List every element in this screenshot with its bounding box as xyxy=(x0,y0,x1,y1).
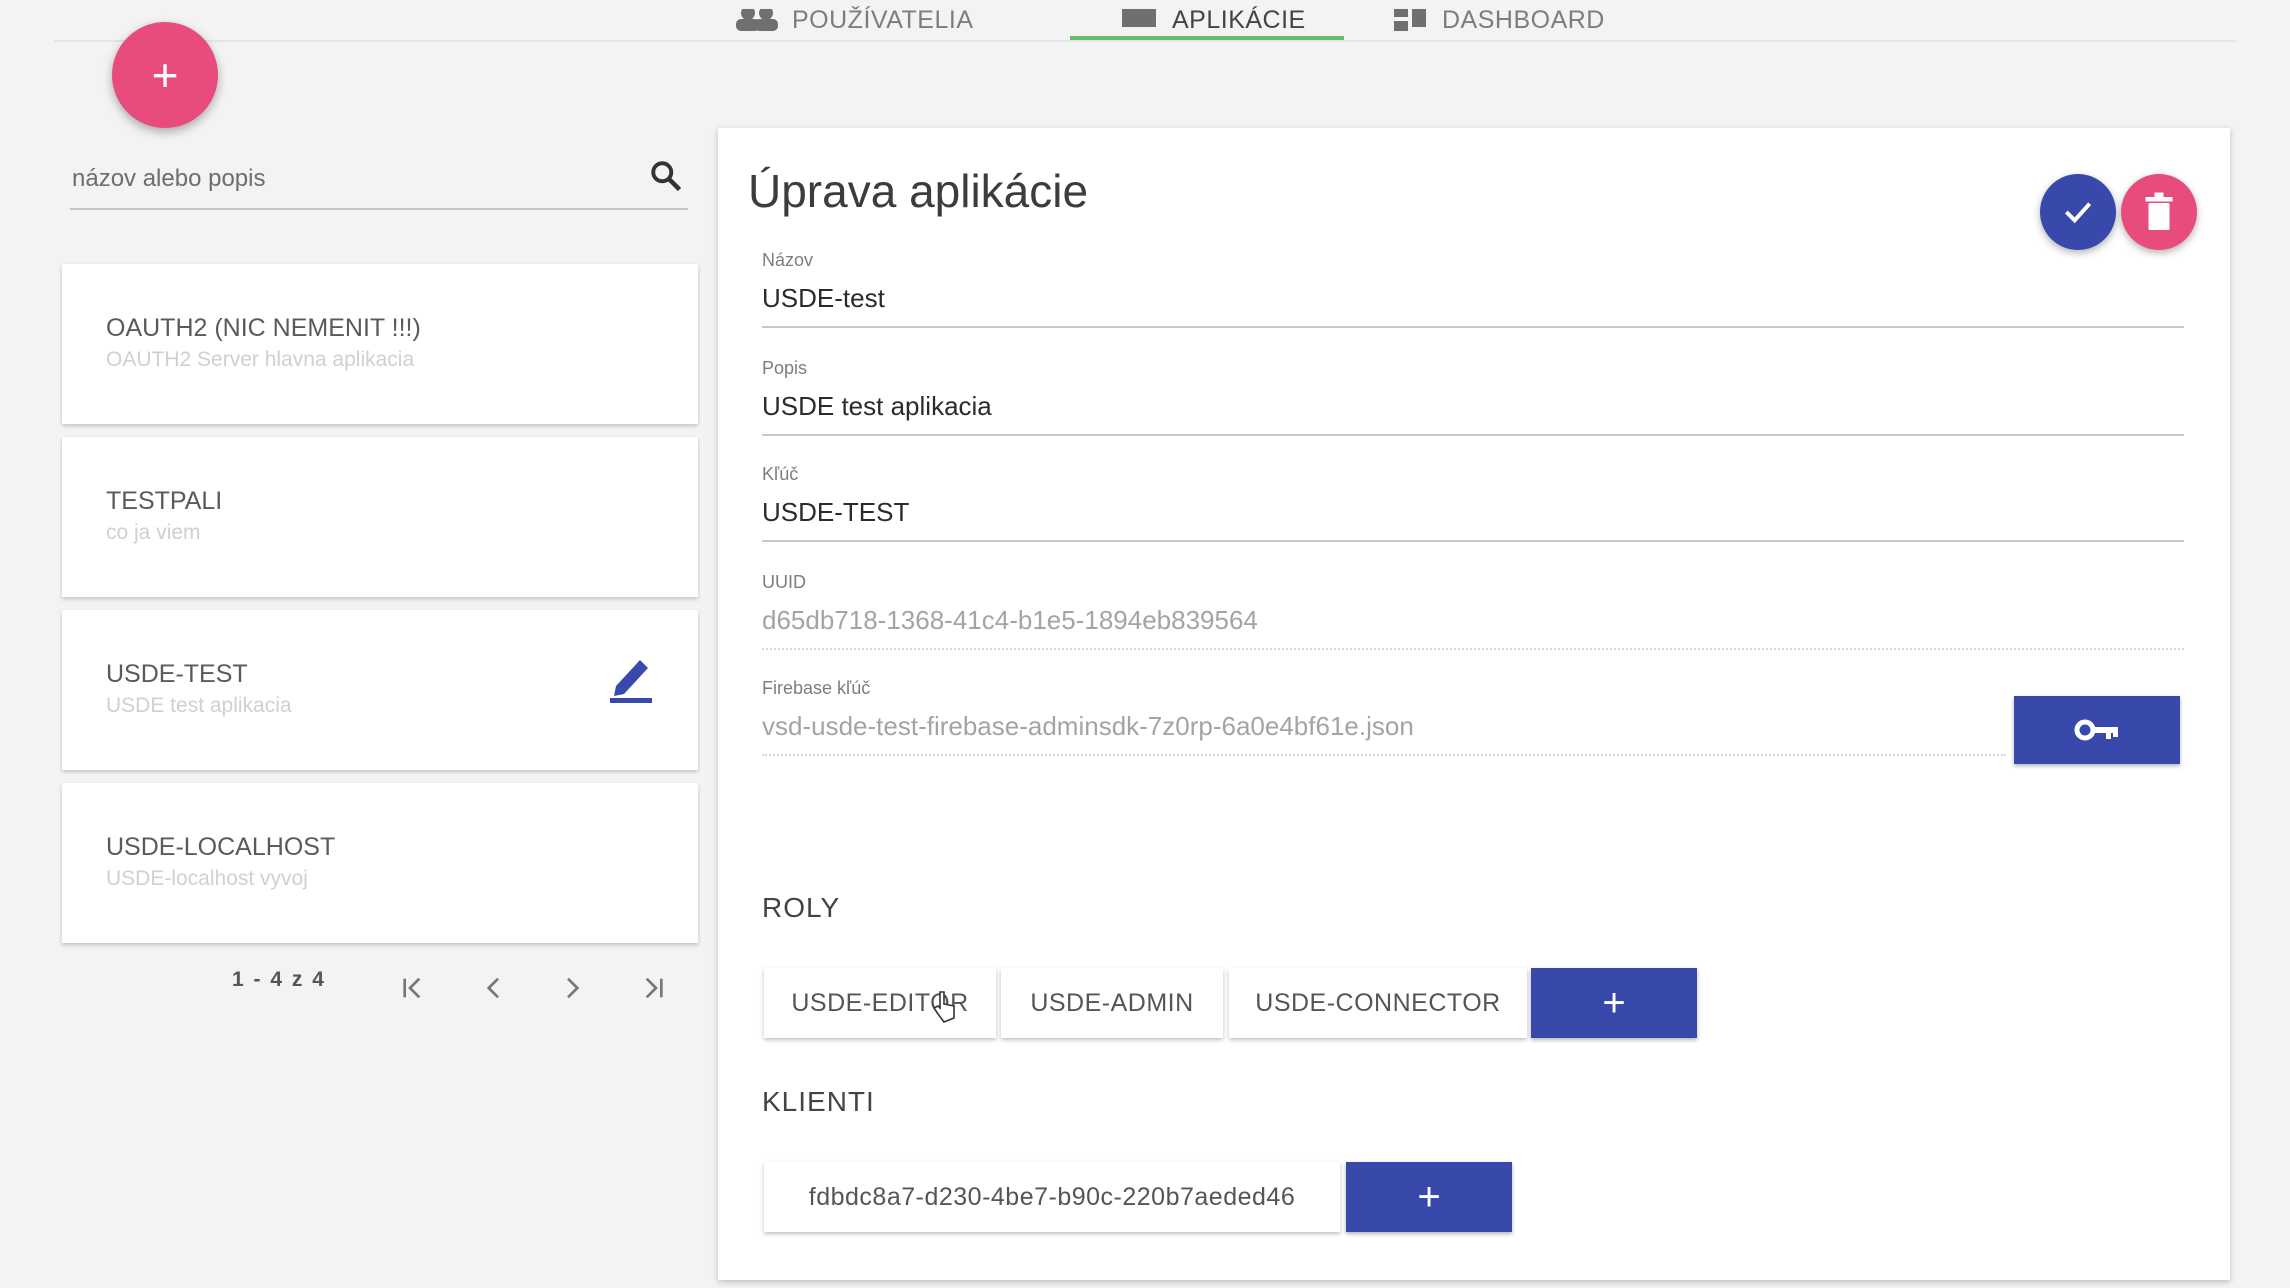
tab-applications[interactable]: APLIKÁCIE xyxy=(1120,0,1306,40)
tab-users-label: POUŽÍVATELIA xyxy=(792,5,974,34)
divider xyxy=(762,434,2184,436)
check-icon xyxy=(2064,202,2092,224)
pagination-range: 1 - 4 z 4 xyxy=(232,968,326,991)
uuid-field: UUID xyxy=(762,572,2184,650)
edit-application-panel: Úprava aplikácie Názov Popis Kľúč UUID F… xyxy=(718,128,2230,1280)
client-chip[interactable]: fdbdc8a7-d230-4be7-b90c-220b7aeded46 xyxy=(764,1162,1340,1232)
firebase-key-input xyxy=(762,711,2006,742)
tab-users[interactable]: POUŽÍVATELIA xyxy=(734,0,974,40)
plus-icon: + xyxy=(1602,980,1626,1025)
key-field: Kľúč xyxy=(762,464,2184,542)
divider xyxy=(762,648,2184,650)
dashboard-icon xyxy=(1394,9,1426,31)
key-input[interactable] xyxy=(762,497,2184,528)
firebase-key-label: Firebase kľúč xyxy=(762,678,871,698)
list-item[interactable]: OAUTH2 (NIC NEMENIT !!!) OAUTH2 Server h… xyxy=(62,264,698,424)
plus-icon: + xyxy=(151,49,179,101)
list-item-description: USDE test aplikacia xyxy=(106,694,292,717)
tab-dashboard[interactable]: DASHBOARD xyxy=(1394,0,1605,40)
last-page-button[interactable] xyxy=(630,966,674,1010)
chevron-left-icon xyxy=(486,977,499,999)
description-input[interactable] xyxy=(762,391,2184,422)
chevron-right-icon xyxy=(567,977,580,999)
list-item[interactable]: USDE-LOCALHOST USDE-localhost vyvoj xyxy=(62,783,698,943)
divider xyxy=(762,326,2184,328)
description-label: Popis xyxy=(762,358,808,378)
save-button[interactable] xyxy=(2040,174,2116,250)
roles-heading: ROLY xyxy=(762,892,841,923)
name-field: Názov xyxy=(762,250,2184,328)
edit-icon[interactable] xyxy=(606,652,656,704)
key-icon xyxy=(2074,719,2118,741)
previous-page-button[interactable] xyxy=(472,966,516,1010)
panel-title: Úprava aplikácie xyxy=(748,165,1089,217)
list-item-description: OAUTH2 Server hlavna aplikacia xyxy=(106,348,415,371)
search-icon[interactable] xyxy=(648,158,684,194)
add-role-button[interactable]: + xyxy=(1531,968,1697,1038)
clients-heading: KLIENTI xyxy=(762,1086,875,1117)
search-input[interactable] xyxy=(70,164,634,194)
first-page-button[interactable] xyxy=(392,966,436,1010)
list-item-title: OAUTH2 (NIC NEMENIT !!!) xyxy=(106,314,421,342)
tab-dashboard-label: DASHBOARD xyxy=(1442,5,1605,34)
uuid-input xyxy=(762,605,2184,636)
tab-applications-label: APLIKÁCIE xyxy=(1172,5,1306,34)
last-page-icon xyxy=(645,977,663,999)
role-chip[interactable]: USDE-EDITOR xyxy=(764,968,996,1038)
name-input[interactable] xyxy=(762,283,2184,314)
firebase-key-field: Firebase kľúč xyxy=(762,678,2006,756)
next-page-button[interactable] xyxy=(550,966,594,1010)
first-page-icon xyxy=(403,977,421,999)
role-chip[interactable]: USDE-ADMIN xyxy=(1001,968,1223,1038)
hand-cursor-icon xyxy=(932,991,955,1023)
laptop-icon xyxy=(1122,9,1156,27)
list-item-title: TESTPALI xyxy=(106,487,223,515)
role-chip[interactable]: USDE-CONNECTOR xyxy=(1229,968,1527,1038)
description-field: Popis xyxy=(762,358,2184,436)
tab-bar: POUŽÍVATELIA APLIKÁCIE DASHBOARD xyxy=(54,0,2236,42)
active-tab-indicator xyxy=(1070,36,1344,40)
divider xyxy=(762,540,2184,542)
list-item-title: USDE-TEST xyxy=(106,660,248,688)
list-item[interactable]: TESTPALI co ja viem xyxy=(62,437,698,597)
list-item-selected[interactable]: USDE-TEST USDE test aplikacia xyxy=(62,610,698,770)
plus-icon: + xyxy=(1417,1174,1441,1219)
trash-icon xyxy=(2145,192,2173,230)
list-item-description: co ja viem xyxy=(106,521,201,544)
people-icon xyxy=(736,9,778,31)
uuid-label: UUID xyxy=(762,572,806,592)
delete-button[interactable] xyxy=(2121,174,2197,250)
search-box xyxy=(70,150,688,210)
upload-firebase-key-button[interactable] xyxy=(2014,696,2180,764)
divider xyxy=(762,754,2006,756)
key-label: Kľúč xyxy=(762,464,799,484)
name-label: Názov xyxy=(762,250,814,270)
list-item-description: USDE-localhost vyvoj xyxy=(106,867,308,890)
list-item-title: USDE-LOCALHOST xyxy=(106,833,336,861)
add-client-button[interactable]: + xyxy=(1346,1162,1512,1232)
add-application-button[interactable]: + xyxy=(112,22,218,128)
